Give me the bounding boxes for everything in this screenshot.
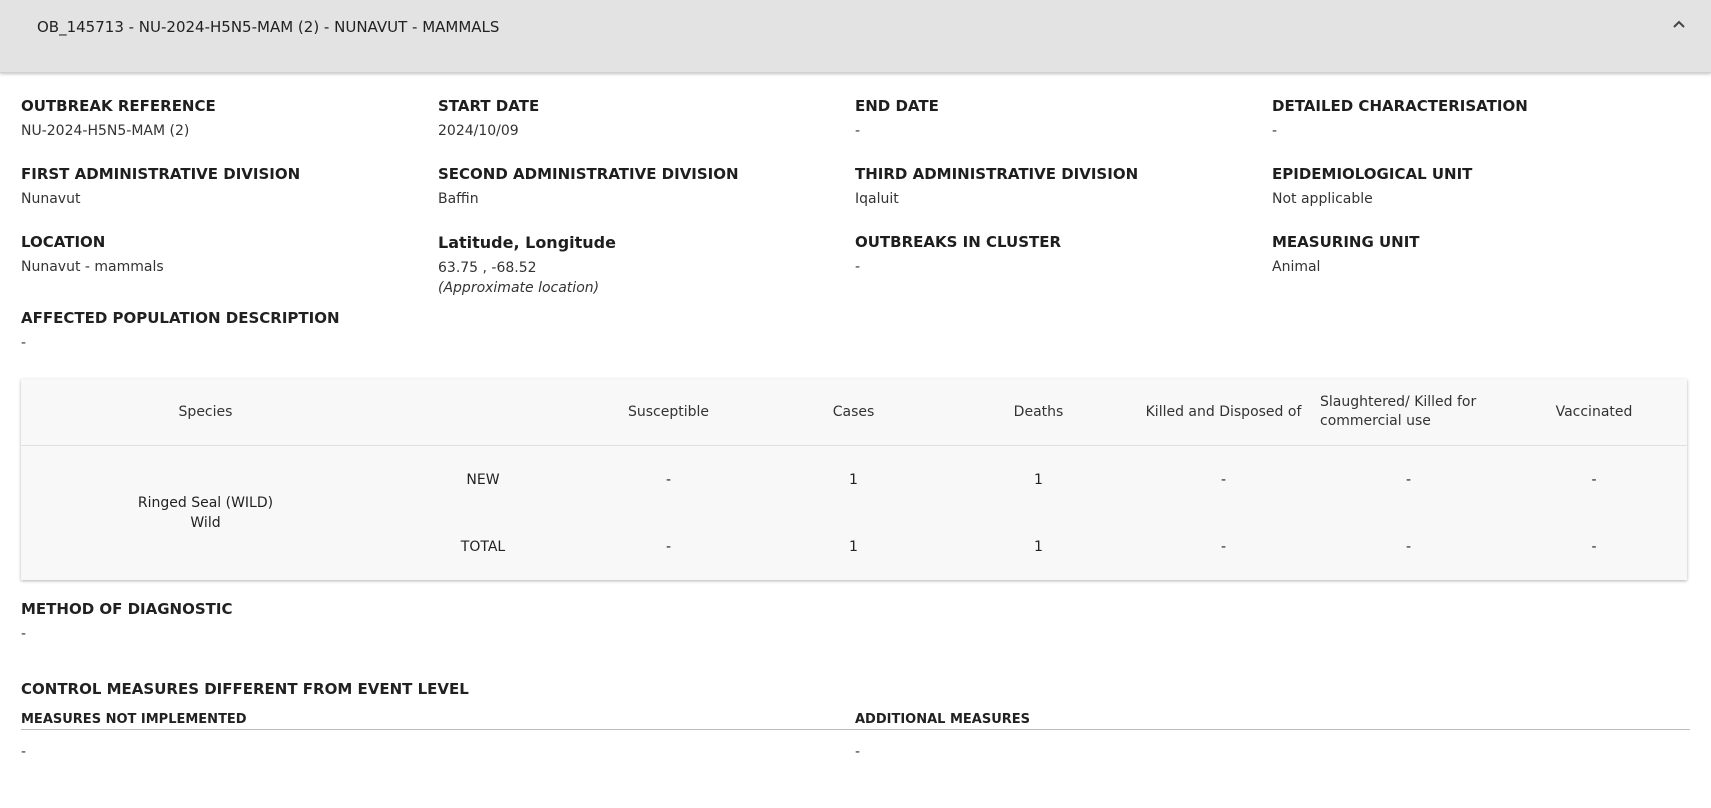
col-slaughtered: Slaughtered/ Killed for commercial use [1316,379,1501,446]
cell-killed: - [1220,538,1227,555]
col-cases: Cases [761,379,946,446]
cell-deaths: 1 [1034,471,1043,488]
affected-population-section: AFFECTED POPULATION DESCRIPTION - [21,309,340,351]
field-second-admin-division: SECOND ADMINISTRATIVE DIVISION Baffin [438,165,739,207]
details-grid: OUTBREAK REFERENCE NU-2024-H5N5-MAM (2) … [21,73,1690,301]
col-vaccinated: Vaccinated [1501,379,1687,446]
col-type [390,379,576,446]
cell-vaccinated: - [1591,471,1597,488]
additional-measures-label: ADDITIONAL MEASURES [855,712,1031,727]
control-measures-section: CONTROL MEASURES DIFFERENT FROM EVENT LE… [21,680,469,698]
cell-susceptible: - [665,471,672,488]
cell-slaughtered: - [1405,538,1412,555]
chevron-up-icon[interactable] [1669,14,1689,34]
field-measuring-unit: MEASURING UNIT Animal [1272,233,1420,275]
cell-cases: 1 [849,471,858,488]
field-epidemiological-unit: EPIDEMIOLOGICAL UNIT Not applicable [1272,165,1473,207]
field-outbreaks-in-cluster: OUTBREAKS IN CLUSTER - [855,233,1062,275]
field-start-date: START DATE 2024/10/09 [438,97,540,139]
field-detailed-characterisation: DETAILED CHARACTERISATION - [1272,97,1528,139]
species-cell: Ringed Seal (WILD) Wild [21,446,390,581]
species-table-card: Species Susceptible Cases Deaths Killed … [21,379,1687,580]
outbreak-panel-title: OB_145713 - NU-2024-H5N5-MAM (2) - NUNAV… [37,18,500,36]
row-type: TOTAL [460,538,506,555]
field-lat-long: Latitude, Longitude 63.75 , -68.52 (Appr… [438,233,855,301]
measures-not-implemented-label: MEASURES NOT IMPLEMENTED [21,712,247,727]
field-outbreak-reference: OUTBREAK REFERENCE NU-2024-H5N5-MAM (2) [21,97,216,139]
cell-killed: - [1220,471,1227,488]
outbreak-panel-header[interactable]: OB_145713 - NU-2024-H5N5-MAM (2) - NUNAV… [0,0,1711,73]
approximate-location-note: (Approximate location) [438,280,600,296]
field-end-date: END DATE - [855,97,939,139]
cell-slaughtered: - [1405,471,1412,488]
outbreak-details: OUTBREAK REFERENCE NU-2024-H5N5-MAM (2) … [0,73,1711,760]
cell-deaths: 1 [1034,538,1043,555]
cell-susceptible: - [665,538,672,555]
field-first-admin-division: FIRST ADMINISTRATIVE DIVISION Nunavut [21,165,301,207]
col-deaths: Deaths [946,379,1131,446]
col-species: Species [21,379,390,446]
col-susceptible: Susceptible [576,379,761,446]
method-of-diagnostic-section: METHOD OF DIAGNOSTIC - [21,600,233,642]
table-row: Ringed Seal (WILD) Wild NEW - 1 1 - - - [21,446,1687,532]
row-type: NEW [466,471,500,488]
measures-values: - - [21,744,1690,760]
additional-measures-value: - [855,744,861,760]
species-table: Species Susceptible Cases Deaths Killed … [21,379,1687,580]
field-location: LOCATION Nunavut - mammals [21,233,164,275]
species-type: Wild [190,515,221,531]
cell-cases: 1 [849,538,858,555]
species-name: Ringed Seal (WILD) [137,495,274,511]
field-third-admin-division: THIRD ADMINISTRATIVE DIVISION Iqaluit [855,165,1139,207]
measures-not-implemented-value: - [21,744,27,760]
col-killed-disposed: Killed and Disposed of [1131,379,1316,446]
table-header-row: Species Susceptible Cases Deaths Killed … [21,379,1687,446]
cell-vaccinated: - [1591,538,1597,555]
measures-header: MEASURES NOT IMPLEMENTED ADDITIONAL MEAS… [21,712,1690,730]
